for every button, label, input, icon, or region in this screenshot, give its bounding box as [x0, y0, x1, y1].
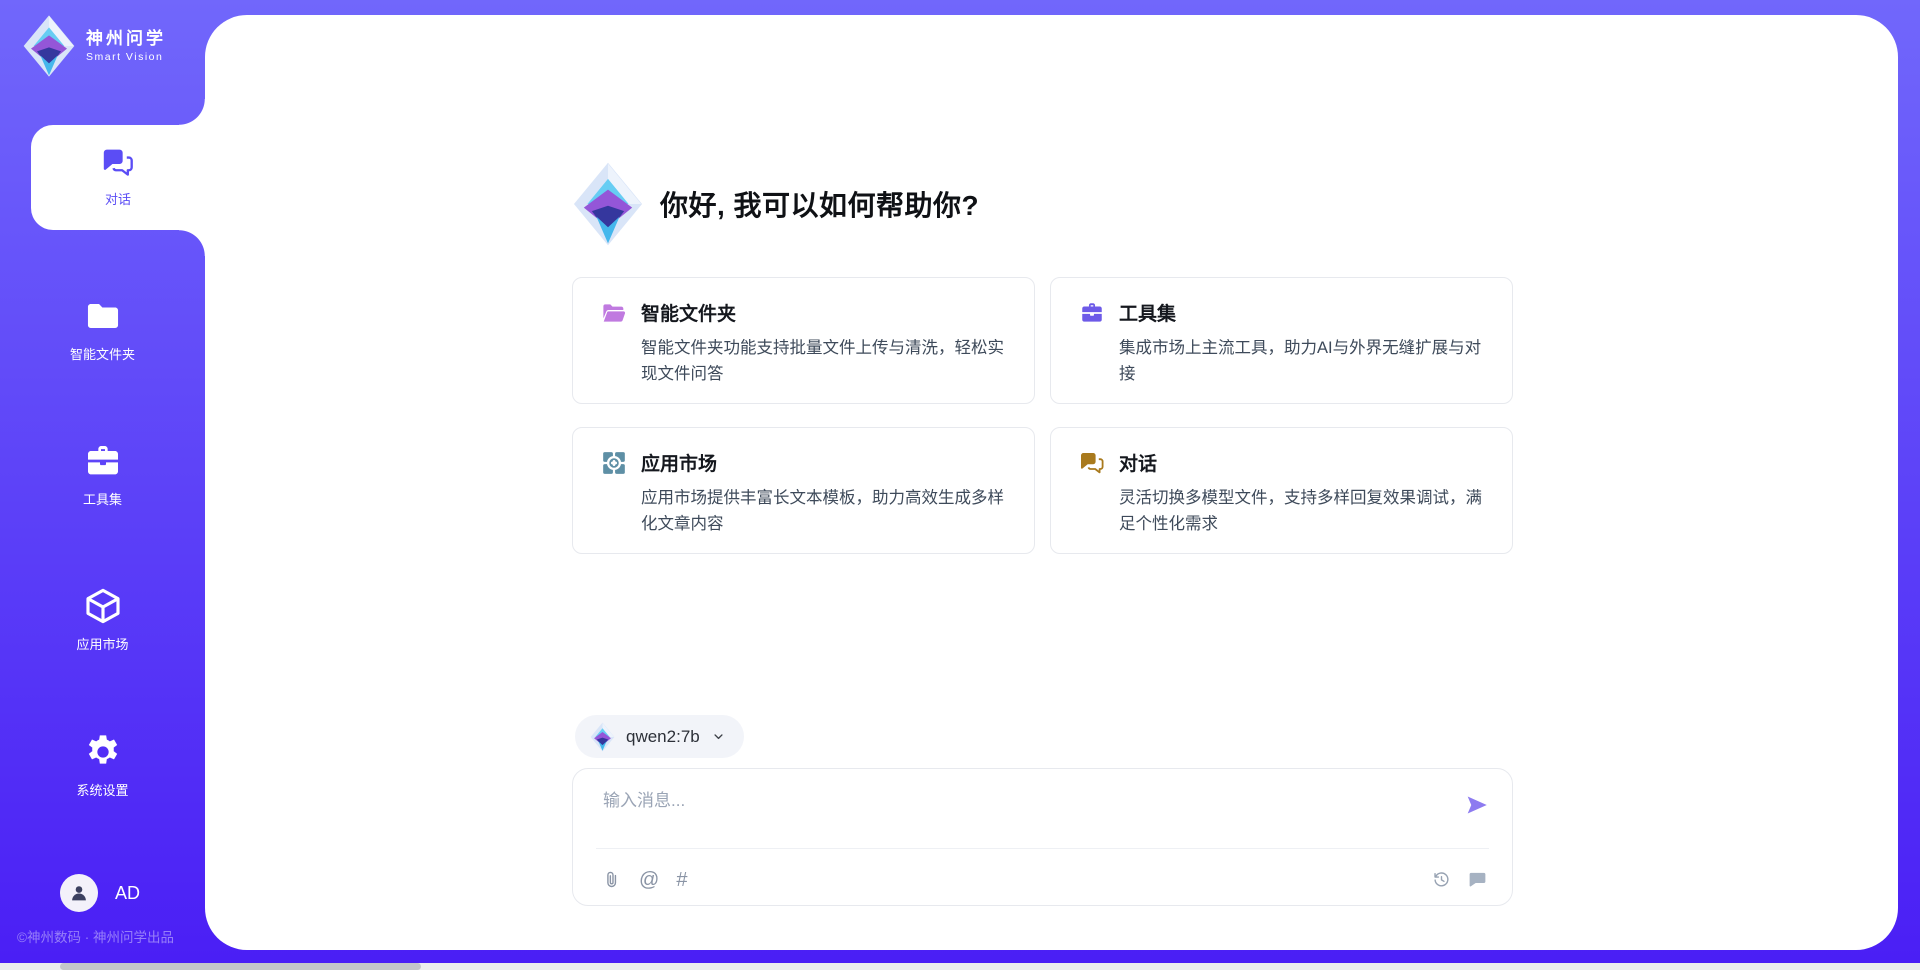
card-title: 工具集 — [1119, 299, 1176, 326]
brand-diamond-icon — [590, 722, 615, 752]
card-app-market[interactable]: 应用市场 应用市场提供丰富长文本模板，助力高效生成多样化文章内容 — [572, 427, 1035, 554]
scrollbar-thumb[interactable] — [60, 963, 421, 970]
folder-icon — [83, 296, 123, 336]
brand-diamond-icon — [572, 161, 644, 247]
card-title: 智能文件夹 — [641, 299, 736, 326]
mention-icon[interactable]: @ — [639, 870, 659, 890]
app-window: 神州问学 Smart Vision 对话 智能文件夹 — [0, 0, 1920, 970]
chat-icon — [1079, 451, 1105, 475]
sidebar-item-label: 工具集 — [83, 489, 122, 508]
brand-logo: 神州问学 Smart Vision — [22, 14, 166, 78]
brand-diamond-icon — [22, 14, 76, 78]
brand-subtitle: Smart Vision — [86, 51, 166, 63]
send-button[interactable] — [1464, 792, 1490, 818]
sidebar-item-label: 应用市场 — [76, 634, 128, 653]
sidebar-item-smart-folder[interactable]: 智能文件夹 — [0, 296, 205, 363]
composer-divider — [596, 848, 1489, 849]
apps-grid-icon — [601, 450, 627, 476]
message-composer: @ # — [572, 768, 1513, 906]
card-chat[interactable]: 对话 灵活切换多模型文件，支持多样回复效果调试，满足个性化需求 — [1050, 427, 1513, 554]
model-name: qwen2:7b — [626, 727, 700, 747]
attachment-icon[interactable] — [601, 869, 622, 890]
user-account[interactable]: AD — [60, 874, 140, 912]
chat-icon — [101, 147, 135, 181]
card-description: 应用市场提供丰富长文本模板，助力高效生成多样化文章内容 — [641, 485, 1010, 537]
copyright-text: ©神州数码 · 神州问学出品 — [17, 926, 174, 946]
history-icon[interactable] — [1431, 869, 1452, 890]
greeting-title: 你好, 我可以如何帮助你? — [660, 184, 979, 224]
gear-icon — [83, 732, 123, 772]
chat-bubble-icon[interactable] — [1467, 869, 1488, 890]
brand-name: 神州问学 — [86, 29, 166, 49]
model-selector[interactable]: qwen2:7b — [575, 715, 744, 758]
feature-cards: 智能文件夹 智能文件夹功能支持批量文件上传与清洗，轻松实现文件问答 工具集 — [572, 277, 1513, 554]
card-toolset[interactable]: 工具集 集成市场上主流工具，助力AI与外界无缝扩展与对接 — [1050, 277, 1513, 404]
avatar — [60, 874, 98, 912]
sidebar-item-settings[interactable]: 系统设置 — [0, 732, 205, 799]
content-column: 你好, 我可以如何帮助你? 智能文件夹 智能文件夹功能支持批量文件上传与清洗，轻… — [572, 15, 1513, 950]
main-panel: 你好, 我可以如何帮助你? 智能文件夹 智能文件夹功能支持批量文件上传与清洗，轻… — [205, 15, 1898, 950]
greeting: 你好, 我可以如何帮助你? — [572, 161, 979, 247]
card-smart-folder[interactable]: 智能文件夹 智能文件夹功能支持批量文件上传与清洗，轻松实现文件问答 — [572, 277, 1035, 404]
chevron-down-icon — [711, 729, 726, 744]
card-title: 对话 — [1119, 449, 1157, 476]
sidebar-item-label: 系统设置 — [76, 780, 128, 799]
cube-icon — [83, 586, 123, 626]
folder-open-icon — [601, 300, 627, 326]
briefcase-icon — [83, 441, 123, 481]
sidebar: 神州问学 Smart Vision 对话 智能文件夹 — [0, 0, 205, 970]
card-description: 灵活切换多模型文件，支持多样回复效果调试，满足个性化需求 — [1119, 485, 1488, 537]
sidebar-item-app-market[interactable]: 应用市场 — [0, 586, 205, 653]
sidebar-item-label: 对话 — [105, 189, 131, 208]
horizontal-scrollbar[interactable] — [0, 963, 1920, 970]
card-description: 智能文件夹功能支持批量文件上传与清洗，轻松实现文件问答 — [641, 335, 1010, 387]
briefcase-icon — [1079, 300, 1105, 326]
hash-icon[interactable]: # — [676, 870, 687, 890]
card-description: 集成市场上主流工具，助力AI与外界无缝扩展与对接 — [1119, 335, 1488, 387]
user-name: AD — [115, 883, 140, 904]
sidebar-item-toolset[interactable]: 工具集 — [0, 441, 205, 508]
card-title: 应用市场 — [641, 449, 717, 476]
sidebar-item-chat[interactable]: 对话 — [31, 125, 205, 230]
message-input[interactable] — [601, 784, 1425, 843]
sidebar-item-label: 智能文件夹 — [70, 344, 135, 363]
